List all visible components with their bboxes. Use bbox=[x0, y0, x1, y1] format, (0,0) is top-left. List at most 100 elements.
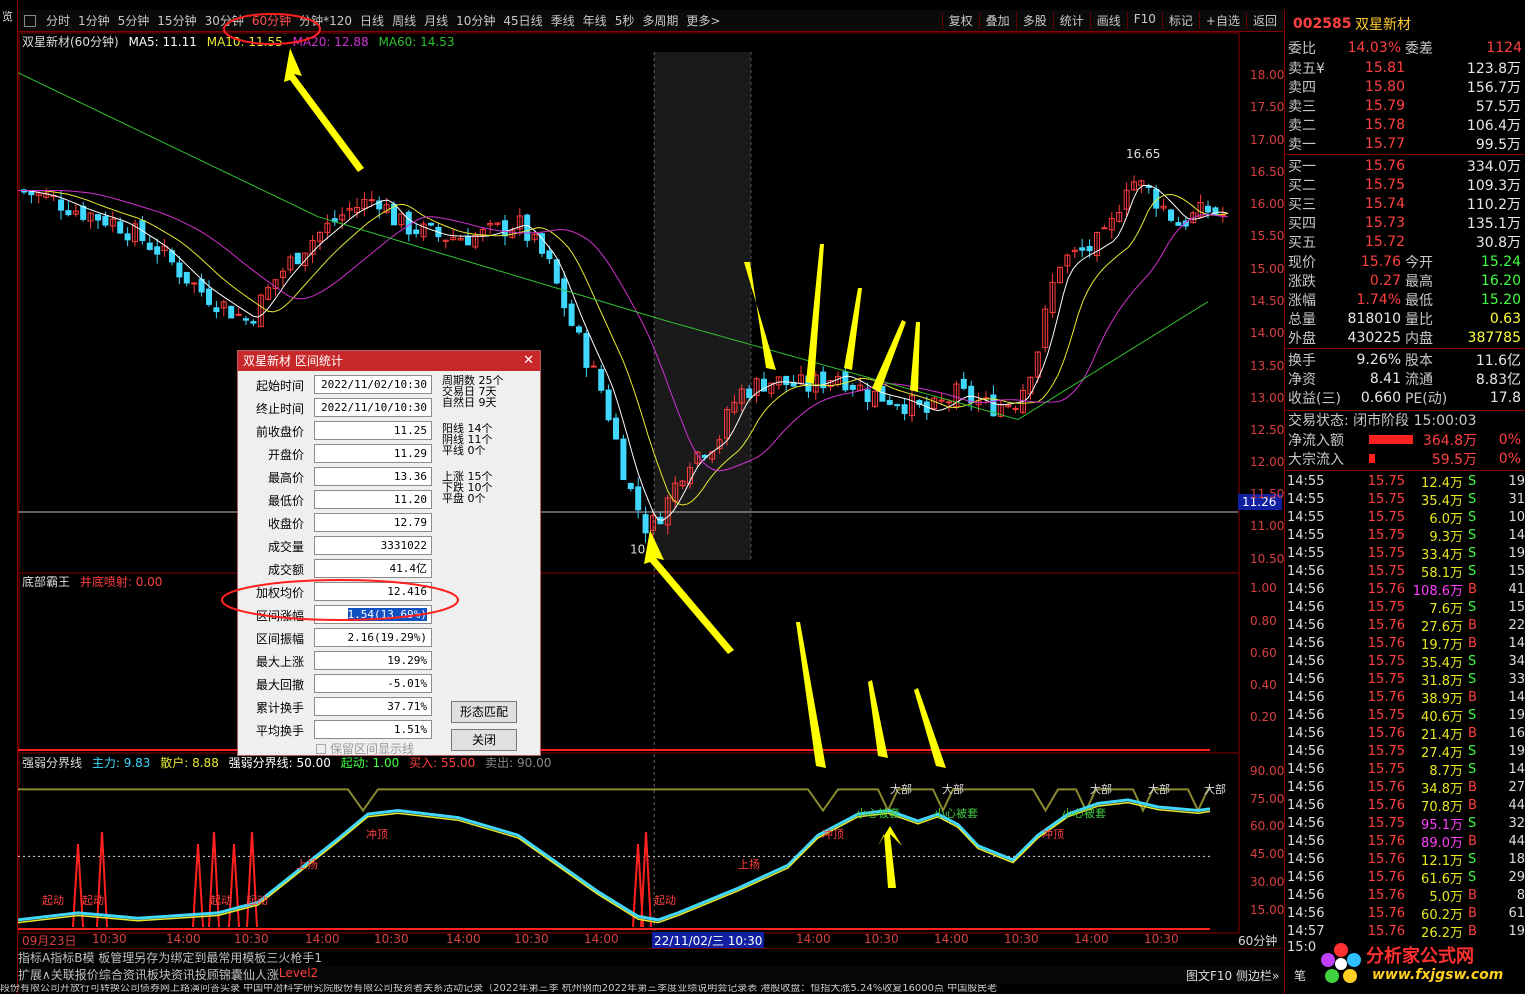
ext-tab-4[interactable]: 投顾锦囊 bbox=[195, 966, 243, 984]
toolbar-action-8[interactable]: 返回 bbox=[1245, 12, 1283, 29]
period-tab-11[interactable]: 45日线 bbox=[499, 12, 546, 29]
period-tab-4[interactable]: 30分钟 bbox=[201, 12, 248, 29]
trade-row[interactable]: 14:55 15.75 35.4万 S 31 bbox=[1285, 490, 1525, 509]
dialog-value-field[interactable]: 11.25 bbox=[314, 421, 432, 440]
dialog-value-field[interactable]: 41.4亿 bbox=[314, 559, 432, 578]
period-tab-0[interactable]: 分时 bbox=[42, 12, 74, 29]
indicator-tab-7[interactable]: 三火枪手1 bbox=[266, 949, 322, 966]
period-tab-16[interactable]: 更多> bbox=[682, 12, 724, 29]
trade-row[interactable]: 14:56 15.76 61.6万 S 29 bbox=[1285, 868, 1525, 887]
checkbox-icon[interactable] bbox=[316, 743, 326, 754]
trade-row[interactable]: 14:56 15.75 95.1万 S 32 bbox=[1285, 814, 1525, 833]
toolbar-action-2[interactable]: 多股 bbox=[1015, 12, 1053, 29]
period-tab-9[interactable]: 月线 bbox=[420, 12, 452, 29]
toolbar-action-7[interactable]: +自选 bbox=[1198, 12, 1246, 29]
period-tab-1[interactable]: 1分钟 bbox=[74, 12, 114, 29]
dialog-value-field[interactable]: 1.51% bbox=[314, 720, 432, 739]
candle-body bbox=[58, 199, 64, 211]
chart-canvas[interactable]: 16.6510.11.26起动 起动 起动 起动 起动上扬 上扬冲顶 冲顶 冲顶小心被套 小心被… bbox=[18, 32, 1283, 946]
dialog-value-field[interactable]: 19.29% bbox=[314, 651, 432, 670]
indicator-tab-0[interactable]: 指标A bbox=[18, 949, 50, 966]
trade-row[interactable]: 14:56 15.76 70.8万 B 44 bbox=[1285, 796, 1525, 815]
trade-row[interactable]: 14:55 15.75 6.0万 S 10 bbox=[1285, 508, 1525, 527]
ext-tab-6[interactable]: Level2 bbox=[279, 966, 318, 984]
toolbar-action-0[interactable]: 复权 bbox=[941, 12, 979, 29]
period-tab-5[interactable]: 60分钟 bbox=[248, 12, 295, 29]
pane-frame-1 bbox=[18, 572, 1240, 754]
trade-row[interactable]: 14:56 15.75 27.4万 S 19 bbox=[1285, 742, 1525, 761]
trade-row[interactable]: 14:56 15.75 58.1万 S 15 bbox=[1285, 562, 1525, 581]
dialog-value-field[interactable]: 11.20 bbox=[314, 490, 432, 509]
trade-row[interactable]: 14:57 15.76 26.2万 B 19 bbox=[1285, 922, 1525, 941]
indicator-tab-3[interactable]: 管理 bbox=[110, 949, 134, 966]
dialog-value-field[interactable]: 12.416 bbox=[314, 582, 432, 601]
ext-tab-2[interactable]: 综合资讯 bbox=[99, 966, 147, 984]
trade-row[interactable]: 14:56 15.75 40.6万 S 19 bbox=[1285, 706, 1525, 725]
qidong-label-1: 起动 bbox=[42, 894, 64, 907]
close-button[interactable]: 关闭 bbox=[451, 729, 517, 751]
indicator1-title[interactable]: 底部霸王 bbox=[22, 575, 70, 589]
trade-row[interactable]: 14:56 15.76 21.4万 B 16 bbox=[1285, 724, 1525, 743]
trade-row[interactable]: 14:56 15.76 12.1万 S 18 bbox=[1285, 850, 1525, 869]
trade-row[interactable]: 14:56 15.76 27.6万 B 22 bbox=[1285, 616, 1525, 635]
trade-row[interactable]: 14:56 15.76 19.7万 B 14 bbox=[1285, 634, 1525, 653]
dialog-value: 2022/11/10/10:30 bbox=[321, 401, 427, 414]
trade-row[interactable]: 14:56 15.76 108.6万 B 41 bbox=[1285, 580, 1525, 599]
trade-row[interactable]: 14:55 15.75 33.4万 S 19 bbox=[1285, 544, 1525, 563]
period-tab-14[interactable]: 5秒 bbox=[611, 12, 639, 29]
ext-tab-5[interactable]: 仙人涨 bbox=[243, 966, 279, 984]
dialog-value-field[interactable]: -5.01% bbox=[314, 674, 432, 693]
dialog-value-field[interactable]: 12.79 bbox=[314, 513, 432, 532]
period-tab-2[interactable]: 5分钟 bbox=[114, 12, 154, 29]
period-tab-12[interactable]: 季线 bbox=[547, 12, 579, 29]
trade-row[interactable]: 14:56 15.75 31.8万 S 33 bbox=[1285, 670, 1525, 689]
trade-row[interactable]: 14:56 15.76 60.2万 B 61 bbox=[1285, 904, 1525, 923]
indicator-tab-5[interactable]: 绑定到 bbox=[170, 949, 206, 966]
dialog-value-field[interactable]: 13.36 bbox=[314, 467, 432, 486]
period-tab-6[interactable]: 分钟*120 bbox=[295, 12, 356, 29]
trade-row[interactable]: 14:55 15.75 12.4万 S 19 bbox=[1285, 472, 1525, 491]
toolbar-action-5[interactable]: F10 bbox=[1126, 12, 1162, 29]
trade-row[interactable]: 14:55 15.75 9.3万 S 14 bbox=[1285, 526, 1525, 545]
pattern-match-button[interactable]: 形态匹配 bbox=[451, 701, 517, 723]
trade-row[interactable]: 14:56 15.75 35.4万 S 34 bbox=[1285, 652, 1525, 671]
indicator-tab-1[interactable]: 指标B bbox=[50, 949, 82, 966]
trade-row[interactable]: 14:56 15.76 34.8万 B 27 bbox=[1285, 778, 1525, 797]
indicator-tab-6[interactable]: 最常用模板 bbox=[206, 949, 266, 966]
dialog-value-field[interactable]: 37.71% bbox=[314, 697, 432, 716]
indicator-tab-4[interactable]: 另存为 bbox=[134, 949, 170, 966]
dialog-value-field[interactable]: 3331022 bbox=[314, 536, 432, 555]
trade-row[interactable]: 14:56 15.75 8.7万 S 14 bbox=[1285, 760, 1525, 779]
toolbar-action-6[interactable]: 标记 bbox=[1161, 12, 1199, 29]
trade-row[interactable]: 14:56 15.76 5.0万 B 8 bbox=[1285, 886, 1525, 905]
ext-tab-0[interactable]: 扩展∧ bbox=[18, 966, 51, 984]
trade-row[interactable]: 14:56 15.76 38.9万 B 14 bbox=[1285, 688, 1525, 707]
indicator2-title[interactable]: 强弱分界线 bbox=[22, 756, 82, 770]
main-y-tick: 13.50 bbox=[1250, 359, 1285, 373]
ext-tab-1[interactable]: 关联报价 bbox=[51, 966, 99, 984]
period-tab-15[interactable]: 多周期 bbox=[638, 12, 682, 29]
toolbar-action-1[interactable]: 叠加 bbox=[978, 12, 1016, 29]
trade-row[interactable]: 14:56 15.76 89.0万 B 44 bbox=[1285, 832, 1525, 851]
period-tab-10[interactable]: 10分钟 bbox=[452, 12, 499, 29]
dialog-titlebar[interactable]: 双星新材 区间统计 ✕ bbox=[238, 351, 540, 371]
dialog-value-field[interactable]: 11.29 bbox=[314, 444, 432, 463]
period-tab-3[interactable]: 15分钟 bbox=[153, 12, 200, 29]
period-tab-7[interactable]: 日线 bbox=[356, 12, 388, 29]
sidebar-toggle[interactable]: 图文F10 侧边栏» bbox=[1186, 967, 1279, 984]
period-tab-13[interactable]: 年线 bbox=[579, 12, 611, 29]
trade-row[interactable]: 14:56 15.75 7.6万 S 15 bbox=[1285, 598, 1525, 617]
keep-interval-checkbox[interactable]: 保留区间显示线 bbox=[316, 740, 414, 757]
toolbar-action-4[interactable]: 画线 bbox=[1089, 12, 1127, 29]
dialog-value-field[interactable]: 2022/11/10/10:30 bbox=[314, 398, 432, 417]
ext-tab-3[interactable]: 板块资讯 bbox=[147, 966, 195, 984]
period-tab-8[interactable]: 周线 bbox=[388, 12, 420, 29]
dialog-value-field[interactable]: 2022/11/02/10:30 bbox=[314, 375, 432, 394]
toolbar-action-3[interactable]: 统计 bbox=[1052, 12, 1090, 29]
dialog-value-field[interactable]: 2.16(19.29%) bbox=[314, 628, 432, 647]
layout-icon[interactable] bbox=[24, 14, 36, 27]
dialog-value-field[interactable]: 1.54(13.69%) bbox=[314, 605, 432, 624]
close-icon[interactable]: ✕ bbox=[523, 351, 534, 371]
indicator-tab-2[interactable]: 模 板 bbox=[82, 949, 110, 966]
left-tab-strip[interactable]: 览 bbox=[0, 0, 18, 994]
